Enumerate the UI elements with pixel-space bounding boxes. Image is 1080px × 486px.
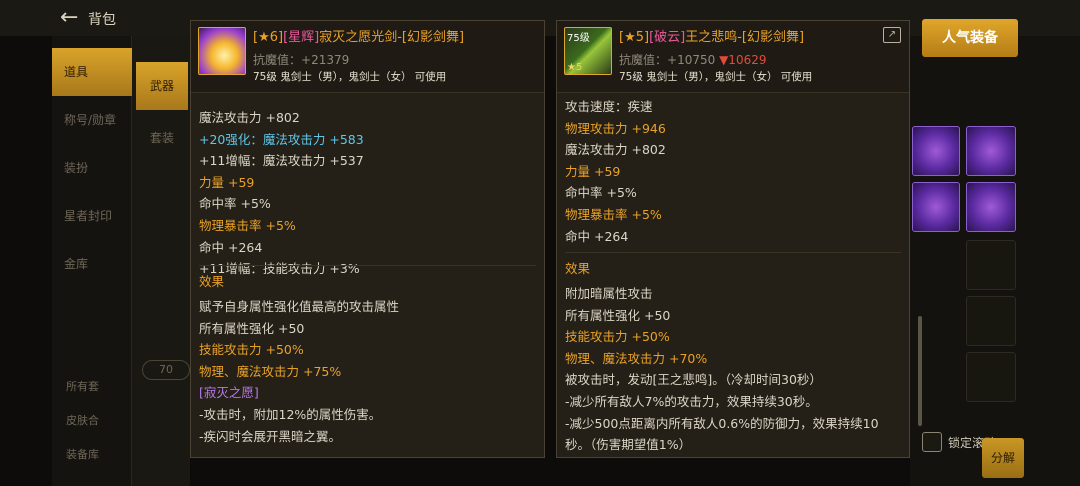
sub-menu: 武器 套装 [132,36,190,486]
hot-equipment-button[interactable]: 人气装备 [922,19,1018,57]
inventory-slot[interactable] [966,352,1016,402]
stat-line: 魔法攻击力 +802 [565,142,666,158]
effect-line: 被攻击时，发动[王之悲鸣]。（冷却时间30秒） [565,372,822,388]
side-item-titles[interactable]: 称号/勋章 [52,96,132,144]
left-item-power: 抗魔值：+21379 [253,51,349,68]
right-item-usable: 75级 鬼剑士（男），鬼剑士（女） 可使用 [619,71,813,83]
item-tag: [破云] [649,30,686,45]
right-item-title: [★5][破云]王之悲鸣-[幻影剑舞] [619,26,804,45]
stat-line: 命中率 +5% [199,196,271,212]
effect-line: 技能攻击力 +50% [565,329,670,345]
power-delta: +10750 [667,53,716,67]
left-item-usable: 75级 鬼剑士（男），鬼剑士（女） 可使用 [253,71,447,83]
power-label: 抗魔值： [619,53,668,67]
back-arrow-icon[interactable]: ← [60,7,82,29]
power-label: 抗魔值： [253,53,302,67]
share-icon[interactable]: ↗ [883,27,901,43]
stat-line: 命中 +264 [565,228,629,244]
left-item-header: [★6][星辉]寂灭之愿光剑-[幻影剑舞] 抗魔值：+21379 75级 鬼剑士… [191,21,544,93]
side-item-vault[interactable]: 金库 [52,240,132,288]
bottom-row-all-sets[interactable]: 所有套 [62,376,132,398]
effect-line: 秒。（伤害期望值1%） [565,437,692,453]
stat-line: 魔法攻击力 +802 [199,110,300,125]
effect-line: -减少所有敌人7%的攻击力，效果持续30秒。 [565,394,818,409]
effect-line: 所有属性强化 +50 [565,307,671,323]
power-down: ▼10629 [719,53,767,67]
divider [565,252,901,253]
effect-line: 所有属性强化 +50 [199,320,305,336]
lock-scroll-checkbox[interactable] [922,432,942,452]
effect-line: 技能攻击力 +50% [199,342,304,358]
effect-line: 物理、魔法攻击力 +70% [565,350,708,366]
effect-line: [寂灭之愿] [199,385,259,401]
inventory-slot[interactable] [966,240,1016,290]
side-item-avatar[interactable]: 装扮 [52,144,132,192]
inventory-scrollbar[interactable] [918,316,922,426]
effect-title: 效果 [199,274,225,289]
stat-line: 物理暴击率 +5% [199,218,296,233]
effect-line: 赋予自身属性强化值最高的攻击属性 [199,299,400,314]
right-item-power: 抗魔值：+10750 ▼10629 [619,51,766,68]
page-title: 背包 [88,12,116,28]
bottom-row-equip-lib[interactable]: 装备库 [62,444,132,466]
inventory-slot[interactable] [912,126,960,176]
item-tag: [星辉] [283,30,320,45]
effect-title: 效果 [565,261,591,276]
effect-line: 附加暗属性攻击 [565,286,653,301]
left-item-tooltip: [★6][星辉]寂灭之愿光剑-[幻影剑舞] 抗魔值：+21379 75级 鬼剑士… [190,20,545,458]
item-name: 寂灭之愿光剑-[幻影剑舞] [319,30,465,45]
stat-line: 命中率 +5% [565,185,637,201]
count-badge: 70 [142,360,190,380]
stat-line: 攻击速度：疾速 [565,99,653,114]
left-item-title: [★6][星辉]寂灭之愿光剑-[幻影剑舞] [253,26,464,45]
item-grade: [★6] [253,30,284,45]
effect-line: -减少500点距离内所有敌人0.6%的防御力，效果持续10 [565,415,879,431]
stat-line: 力量 +59 [565,163,621,179]
bottom-row-skin[interactable]: 皮肤合 [62,410,132,432]
sub-item-set[interactable]: 套装 [136,114,188,162]
inventory-slot[interactable] [912,182,960,232]
right-item-header: 75级 ★5 [★5][破云]王之悲鸣-[幻影剑舞] 抗魔值：+10750 ▼1… [557,21,909,93]
effect-line: -疾闪时会展开黑暗之翼。 [199,428,342,444]
icon-star: ★5 [567,62,583,73]
sword-icon: 75级 ★5 [564,27,612,75]
inventory-slot[interactable] [966,126,1016,176]
stat-line: 力量 +59 [199,174,255,190]
side-item-seal[interactable]: 星者封印 [52,192,132,240]
effect-line: 物理、魔法攻击力 +75% [199,363,342,379]
item-grade: [★5] [619,30,650,45]
split-button[interactable]: 分解 [982,438,1024,478]
stat-line: 物理攻击力 +946 [565,120,666,136]
stat-line: 物理暴击率 +5% [565,207,662,222]
effect-line: -攻击时，附加12%的属性伤害。 [199,407,382,422]
icon-level: 75级 [567,33,590,44]
stat-line: +20强化：魔法攻击力 +583 [199,131,364,147]
side-item-items[interactable]: 道具 [52,48,132,96]
weapon-icon [198,27,246,75]
inventory-slot[interactable] [966,182,1016,232]
inventory-slot[interactable] [966,296,1016,346]
stat-line: 命中 +264 [199,239,263,255]
right-item-tooltip: 75级 ★5 [★5][破云]王之悲鸣-[幻影剑舞] 抗魔值：+10750 ▼1… [556,20,910,458]
item-name: 王之悲鸣-[幻影剑舞] [685,30,805,45]
stat-line: +11增幅：魔法攻击力 +537 [199,153,364,169]
divider [199,265,536,266]
power-delta: +21379 [301,53,350,67]
sub-item-weapon[interactable]: 武器 [136,62,188,110]
